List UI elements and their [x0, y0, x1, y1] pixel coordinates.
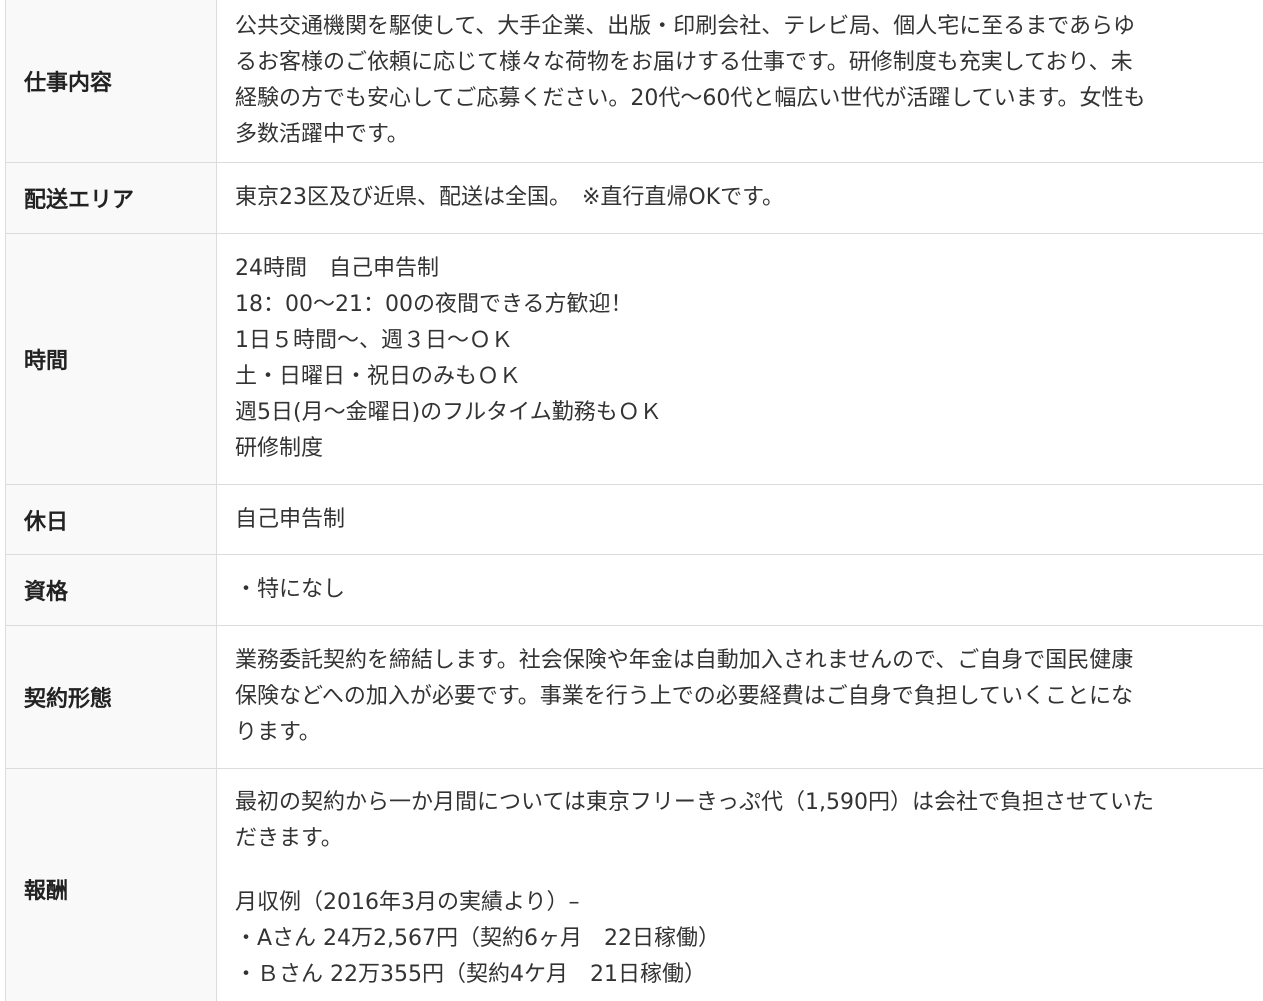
text-line: 最初の契約から一か月間については東京フリーきっぷ代（1,590円）は会社で負担さ… [235, 789, 1155, 815]
row-holidays: 休日 自己申告制 [5, 484, 1263, 555]
text-line: 公共交通機関を駆使して、大手企業、出版・印刷会社、テレビ局、個人宅に至るまであら… [235, 14, 1136, 39]
text-line: ・Ｂさん 22万355円（契約4ケ月 21日稼働） [235, 961, 706, 987]
row-qualifications: 資格 ・特になし [5, 554, 1263, 626]
text-line: 1日５時間～、週３日～ＯＫ [235, 328, 513, 353]
row-delivery-area: 配送エリア 東京23区及び近県、配送は全国。 ※直行直帰OKです。 [5, 162, 1263, 234]
label-qualifications: 資格 [5, 554, 217, 626]
label-compensation: 報酬 [5, 768, 217, 1001]
text-line: 18：00～21：00の夜間できる方歓迎！ [235, 292, 633, 317]
value-job-description: 公共交通機関を駆使して、大手企業、出版・印刷会社、テレビ局、個人宅に至るまであら… [216, 0, 1263, 163]
text-line: 24時間 自己申告制 [235, 256, 439, 281]
text-line: 自己申告制 [235, 506, 346, 532]
text-line: 保険などへの加入が必要です。事業を行う上での必要経費はご自身で負担していくことに… [235, 684, 1134, 709]
text-line: ります。 [235, 720, 321, 745]
text-line: るお客様のご依頼に応じて様々な荷物をお届けする仕事です。研修制度も充実しており、… [235, 50, 1133, 75]
job-details-table: 仕事内容 公共交通機関を駆使して、大手企業、出版・印刷会社、テレビ局、個人宅に至… [5, 0, 1263, 1001]
text-line: 東京23区及び近県、配送は全国。 ※直行直帰OKです。 [235, 185, 784, 210]
page: 仕事内容 公共交通機関を駆使して、大手企業、出版・印刷会社、テレビ局、個人宅に至… [0, 0, 1263, 1001]
row-hours: 時間 24時間 自己申告制 18：00～21：00の夜間できる方歓迎！ 1日５時… [5, 233, 1263, 485]
label-contract-type: 契約形態 [5, 625, 217, 769]
value-qualifications: ・特になし [216, 554, 1263, 626]
value-hours: 24時間 自己申告制 18：00～21：00の夜間できる方歓迎！ 1日５時間～、… [216, 233, 1263, 485]
value-contract-type: 業務委託契約を締結します。社会保険や年金は自動加入されませんので、ご自身で国民健… [216, 625, 1263, 769]
text-line: だきます。 [235, 825, 343, 851]
text-line: 経験の方でも安心してご応募ください。20代～60代と幅広い世代が活躍しています。… [235, 86, 1146, 111]
text-line: ・特になし [235, 577, 346, 602]
label-hours: 時間 [5, 233, 217, 485]
text-line: 土・日曜日・祝日のみもＯＫ [235, 364, 522, 389]
text-line: 研修制度 [235, 436, 324, 461]
value-holidays: 自己申告制 [216, 484, 1263, 555]
row-contract-type: 契約形態 業務委託契約を締結します。社会保険や年金は自動加入されませんので、ご自… [5, 625, 1263, 769]
text-line: 月収例（2016年3月の実績より）– [235, 889, 580, 915]
text-line: 多数活躍中です。 [235, 122, 409, 147]
text-line: ・Aさん 24万2,567円（契約6ヶ月 22日稼働） [235, 925, 721, 951]
value-delivery-area: 東京23区及び近県、配送は全国。 ※直行直帰OKです。 [216, 162, 1263, 234]
value-compensation: 最初の契約から一か月間については東京フリーきっぷ代（1,590円）は会社で負担さ… [216, 768, 1263, 1001]
label-job-description: 仕事内容 [5, 0, 217, 163]
text-line: 週5日(月～金曜日)のフルタイム勤務もＯＫ [235, 400, 662, 425]
label-delivery-area: 配送エリア [5, 162, 217, 234]
row-compensation: 報酬 最初の契約から一か月間については東京フリーきっぷ代（1,590円）は会社で… [5, 768, 1263, 1001]
row-job-description: 仕事内容 公共交通機関を駆使して、大手企業、出版・印刷会社、テレビ局、個人宅に至… [5, 0, 1263, 163]
label-holidays: 休日 [5, 484, 217, 555]
text-line: 業務委託契約を締結します。社会保険や年金は自動加入されませんので、ご自身で国民健… [235, 648, 1134, 673]
